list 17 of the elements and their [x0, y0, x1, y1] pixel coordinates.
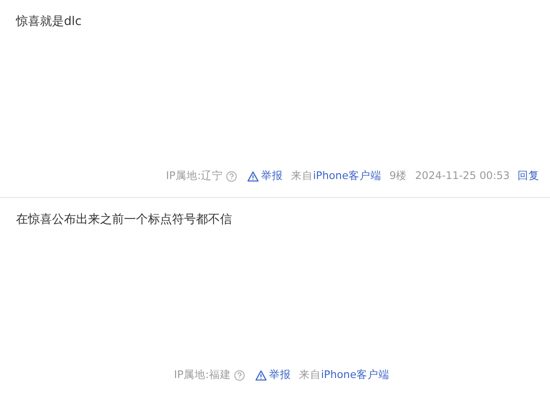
warning-icon — [246, 170, 259, 182]
post-text: 惊喜就是dlc — [16, 13, 83, 29]
client-link[interactable]: iPhone客户端 — [320, 368, 390, 382]
post-time: 2024-11-25 00:53 — [415, 170, 510, 182]
help-icon[interactable] — [234, 370, 245, 380]
source-label: 来自 — [298, 368, 321, 382]
post-text: 在惊喜公布出来之前一个标点符号都不信 — [16, 211, 233, 227]
ip-location: IP属地:福建 — [174, 368, 231, 382]
ip-location: IP属地:辽宁 — [166, 169, 223, 183]
report-link[interactable]: 举报 — [246, 169, 283, 183]
report-link[interactable]: 举报 — [254, 368, 291, 382]
warning-icon — [254, 370, 267, 380]
client-link[interactable]: iPhone客户端 — [312, 169, 382, 183]
floor-number: 9楼 — [389, 169, 408, 183]
reply-link[interactable]: 回复 — [518, 169, 540, 183]
source-label: 来自 — [290, 169, 313, 183]
help-icon[interactable] — [226, 170, 237, 182]
